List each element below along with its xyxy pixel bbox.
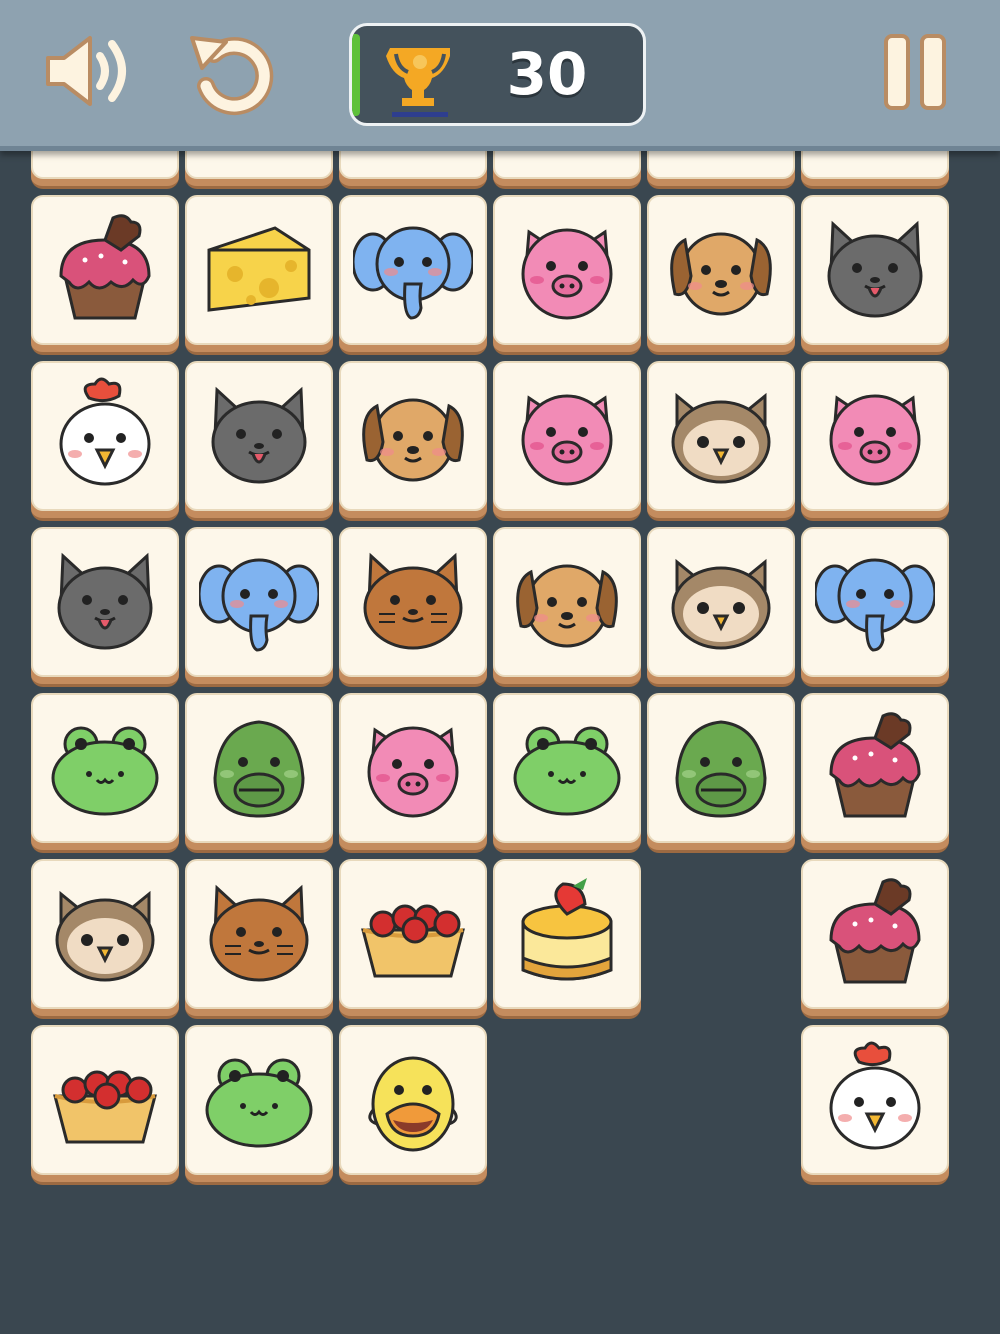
tile[interactable] xyxy=(185,195,333,357)
owl-icon xyxy=(671,558,771,650)
gray-cat-icon xyxy=(211,386,307,484)
cupcake-icon xyxy=(829,878,921,984)
tile[interactable] xyxy=(493,195,641,357)
tile[interactable] xyxy=(493,859,641,1021)
tile[interactable] xyxy=(185,527,333,689)
tile[interactable] xyxy=(185,693,333,855)
tile[interactable] xyxy=(647,195,795,357)
tile[interactable] xyxy=(31,859,179,1021)
trophy-icon xyxy=(386,48,450,117)
undo-icon xyxy=(190,36,274,116)
tile[interactable] xyxy=(647,361,795,523)
tile[interactable] xyxy=(339,527,487,689)
turtle-icon xyxy=(675,720,767,818)
duck-icon xyxy=(368,1056,458,1152)
tile[interactable] xyxy=(339,859,487,1021)
cupcake-icon xyxy=(59,214,151,320)
tile[interactable] xyxy=(493,361,641,523)
tile[interactable] xyxy=(339,1025,487,1187)
game-board xyxy=(0,0,1000,1334)
elephant-icon xyxy=(815,558,935,652)
tile[interactable] xyxy=(339,361,487,523)
tile[interactable] xyxy=(493,527,641,689)
frog-icon xyxy=(513,726,621,816)
pig-icon xyxy=(521,394,613,486)
score-accent-bar xyxy=(352,34,360,116)
elephant-icon xyxy=(353,226,473,320)
tile[interactable] xyxy=(339,195,487,357)
gray-cat-icon xyxy=(827,220,923,318)
owl-icon xyxy=(671,392,771,484)
tile[interactable] xyxy=(801,693,949,855)
dog-icon xyxy=(670,232,772,316)
tile[interactable] xyxy=(493,693,641,855)
tile[interactable] xyxy=(801,195,949,357)
orange-cat-icon xyxy=(209,884,309,982)
pig-icon xyxy=(521,228,613,320)
owl-icon xyxy=(55,890,155,982)
pig-icon xyxy=(829,394,921,486)
tile[interactable] xyxy=(801,361,949,523)
sound-button[interactable] xyxy=(40,30,132,112)
frog-icon xyxy=(205,1058,313,1148)
tile[interactable] xyxy=(647,693,795,855)
cupcake-icon xyxy=(829,712,921,818)
pause-icon xyxy=(884,34,946,110)
tile[interactable] xyxy=(801,1025,949,1187)
tile[interactable] xyxy=(31,693,179,855)
tile[interactable] xyxy=(339,693,487,855)
cheese-icon xyxy=(207,226,311,312)
dog-icon xyxy=(516,564,618,648)
tile[interactable] xyxy=(801,859,949,1021)
pig-icon xyxy=(367,726,459,818)
tile[interactable] xyxy=(185,361,333,523)
chicken-icon xyxy=(59,377,151,486)
score-panel: 30 xyxy=(349,23,646,126)
tile[interactable] xyxy=(31,195,179,357)
undo-button[interactable] xyxy=(186,28,278,116)
tile[interactable] xyxy=(31,1025,179,1187)
orange-cat-icon xyxy=(363,552,463,650)
gray-cat-icon xyxy=(57,552,153,650)
frog-icon xyxy=(51,726,159,816)
tile[interactable] xyxy=(31,361,179,523)
dog-icon xyxy=(362,398,464,482)
elephant-icon xyxy=(199,558,319,652)
berry-tart-icon xyxy=(53,1070,157,1144)
tile[interactable] xyxy=(31,527,179,689)
tile[interactable] xyxy=(801,527,949,689)
chicken-icon xyxy=(829,1041,921,1150)
berry-tart-icon xyxy=(361,904,465,978)
tile[interactable] xyxy=(647,527,795,689)
top-bar: 30 xyxy=(0,0,1000,151)
cheesecake-icon xyxy=(521,878,613,981)
tile[interactable] xyxy=(185,859,333,1021)
tile[interactable] xyxy=(185,1025,333,1187)
pause-button[interactable] xyxy=(880,32,952,112)
turtle-icon xyxy=(213,720,305,818)
score-value: 30 xyxy=(506,40,588,108)
speaker-icon xyxy=(46,36,126,106)
